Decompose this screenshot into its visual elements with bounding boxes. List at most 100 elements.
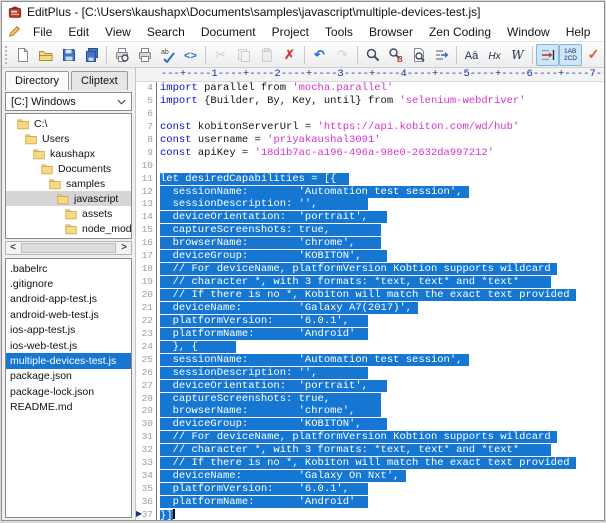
- code-line-text[interactable]: platformName: 'Android': [157, 496, 604, 509]
- code-line-text[interactable]: sessionDescription: '',: [157, 198, 604, 211]
- code-line-text[interactable]: browserName: 'chrome',: [157, 405, 604, 418]
- tree-item-node-module[interactable]: node_module: [6, 221, 131, 236]
- code-line-9[interactable]: 9 const apiKey = '18d1b7ac-a196-496a-98e0…: [136, 146, 604, 160]
- tree-horizontal-scrollbar[interactable]: < >: [5, 241, 132, 255]
- file-item-babelrc[interactable]: .babelrc: [6, 261, 131, 276]
- code-line-24[interactable]: 24 }, {: [136, 340, 604, 354]
- code-line-text[interactable]: sessionName: 'Automation test session',: [157, 353, 604, 367]
- editor-area[interactable]: -- -+----1----+----2----+----3----+----4-…: [136, 68, 604, 520]
- delete-button[interactable]: ✗: [278, 44, 301, 66]
- text-case-button[interactable]: Aā: [460, 44, 483, 66]
- code-line-22[interactable]: 22 platformVersion: '6.0.1',: [136, 314, 604, 328]
- code-line-21[interactable]: 21 deviceName: 'Galaxy A7(2017)',: [136, 301, 604, 315]
- code-line-text[interactable]: let desiredCapabilities = [{: [157, 172, 604, 186]
- spell-check-button[interactable]: ab: [156, 44, 179, 66]
- show-tabs-button[interactable]: [536, 43, 559, 66]
- print-preview-button[interactable]: [110, 44, 133, 66]
- syntax-check-button[interactable]: ✓: [582, 44, 604, 66]
- code-line-10[interactable]: 10: [136, 159, 604, 173]
- code-line-32[interactable]: 32 // character *, with 3 formats: *text…: [136, 444, 604, 458]
- code-line-text[interactable]: const kobitonServerUrl = 'https://api.ko…: [157, 121, 604, 134]
- menu-item-document[interactable]: Document: [193, 23, 264, 41]
- code-line-30[interactable]: 30 deviceGroup: 'KOBITON',: [136, 418, 604, 432]
- file-item-package-lock-json[interactable]: package-lock.json: [6, 384, 131, 399]
- code-line-text[interactable]: deviceName: 'Galaxy On Nxt',: [157, 470, 604, 483]
- code-line-28[interactable]: 28 captureScreenshots: true,: [136, 392, 604, 406]
- tree-item-javascript[interactable]: javascript: [6, 191, 131, 206]
- code-line-35[interactable]: 35 platformVersion: '6.0.1',: [136, 483, 604, 496]
- new-file-button[interactable]: [11, 44, 34, 66]
- code-line-text[interactable]: deviceOrientation: 'portrait',: [157, 379, 604, 393]
- paste-button[interactable]: [255, 44, 278, 66]
- menu-item-view[interactable]: View: [97, 23, 139, 41]
- find-in-files-button[interactable]: [407, 44, 430, 66]
- code-line-text[interactable]: platformVersion: '6.0.1',: [157, 314, 604, 328]
- code-line-7[interactable]: 7 const kobitonServerUrl = 'https://api.k…: [136, 120, 604, 134]
- menu-item-browser[interactable]: Browser: [361, 23, 421, 41]
- menu-item-help[interactable]: Help: [558, 23, 599, 41]
- code-line-5[interactable]: 5 import {Builder, By, Key, until} from '…: [136, 94, 604, 108]
- code-line-text[interactable]: captureScreenshots: true,: [157, 392, 604, 406]
- tree-item-users[interactable]: Users: [6, 131, 131, 146]
- code-line-text[interactable]: }]: [157, 508, 604, 520]
- code-line-text[interactable]: deviceGroup: 'KOBITON',: [157, 418, 604, 431]
- code-line-14[interactable]: 14 deviceOrientation: 'portrait',: [136, 211, 604, 225]
- code-line-27[interactable]: 27 deviceOrientation: 'portrait',: [136, 379, 604, 393]
- code-line-text[interactable]: sessionDescription: '',: [157, 366, 604, 380]
- code-line-text[interactable]: [157, 108, 604, 121]
- view-in-browser-button[interactable]: <>: [179, 44, 202, 66]
- menu-item-tools[interactable]: Tools: [317, 23, 361, 41]
- menu-item-search[interactable]: Search: [139, 23, 193, 41]
- file-item-android-app-test-js[interactable]: android-app-test.js: [6, 292, 131, 307]
- code-line-text[interactable]: // If there is no *, Kobiton will match …: [157, 457, 604, 470]
- print-button[interactable]: [133, 44, 156, 66]
- code-line-25[interactable]: 25 sessionName: 'Automation test session…: [136, 353, 604, 367]
- code-line-text[interactable]: const username = 'priyakaushal3091': [157, 134, 604, 147]
- save-button[interactable]: [57, 44, 80, 66]
- tab-cliptext[interactable]: Cliptext: [71, 71, 128, 90]
- code-line-text[interactable]: // If there is no *, Kobiton will match …: [157, 289, 604, 302]
- code-line-text[interactable]: import {Builder, By, Key, until} from 's…: [157, 95, 604, 108]
- code-line-text[interactable]: // character *, with 3 formats: *text, t…: [157, 444, 604, 457]
- code-line-text[interactable]: [157, 160, 604, 173]
- file-item-android-web-test-js[interactable]: android-web-test.js: [6, 307, 131, 322]
- save-all-button[interactable]: [80, 44, 103, 66]
- menu-item-project[interactable]: Project: [264, 23, 317, 41]
- line-numbers-button[interactable]: 1AB 2CD: [559, 43, 582, 66]
- file-item-ios-app-test-js[interactable]: ios-app-test.js: [6, 323, 131, 338]
- code-line-18[interactable]: 18 // For deviceName, platformVersion Ko…: [136, 263, 604, 277]
- scroll-thumb[interactable]: [21, 243, 116, 253]
- code-line-11[interactable]: 11 let desiredCapabilities = [{: [136, 172, 604, 186]
- find-button[interactable]: [361, 44, 384, 66]
- code-line-text[interactable]: import parallel from 'mocha.parallel': [157, 82, 604, 95]
- scroll-right-arrow-icon[interactable]: >: [117, 243, 131, 253]
- file-item-gitignore[interactable]: .gitignore: [6, 276, 131, 291]
- file-item-ios-web-test-js[interactable]: ios-web-test.js: [6, 338, 131, 353]
- cut-button[interactable]: ✂: [209, 44, 232, 66]
- tree-item-samples[interactable]: samples: [6, 176, 131, 191]
- redo-button[interactable]: ↷: [331, 44, 354, 66]
- code-line-37[interactable]: ▶ 37}]: [136, 508, 604, 520]
- tree-item-assets[interactable]: assets: [6, 206, 131, 221]
- code-line-4[interactable]: 4 import parallel from 'mocha.parallel': [136, 82, 604, 95]
- menu-item-edit[interactable]: Edit: [60, 23, 97, 41]
- code-line-text[interactable]: sessionName: 'Automation test session',: [157, 185, 604, 199]
- copy-button[interactable]: [232, 44, 255, 66]
- code-line-23[interactable]: 23 platformName: 'Android': [136, 327, 604, 341]
- code-line-text[interactable]: // For deviceName, platformVersion Kobti…: [157, 263, 604, 276]
- code-view[interactable]: 4 import parallel from 'mocha.parallel' 5 i…: [136, 82, 604, 520]
- code-line-text[interactable]: deviceName: 'Galaxy A7(2017)',: [157, 301, 604, 315]
- undo-button[interactable]: ↶: [308, 44, 331, 66]
- tree-item-c[interactable]: C:\: [6, 116, 131, 131]
- code-line-8[interactable]: 8 const username = 'priyakaushal3091': [136, 133, 604, 147]
- scroll-left-arrow-icon[interactable]: <: [6, 243, 20, 253]
- code-line-15[interactable]: 15 captureScreenshots: true,: [136, 224, 604, 238]
- code-line-31[interactable]: 31 // For deviceName, platformVersion Ko…: [136, 431, 604, 445]
- menu-item-zen-coding[interactable]: Zen Coding: [421, 23, 499, 41]
- code-line-29[interactable]: 29 browserName: 'chrome',: [136, 405, 604, 419]
- code-line-6[interactable]: 6: [136, 107, 604, 121]
- menu-item-window[interactable]: Window: [499, 23, 558, 41]
- goto-line-button[interactable]: [430, 44, 453, 66]
- tree-item-documents[interactable]: Documents: [6, 161, 131, 176]
- code-line-33[interactable]: 33 // If there is no *, Kobiton will mat…: [136, 457, 604, 471]
